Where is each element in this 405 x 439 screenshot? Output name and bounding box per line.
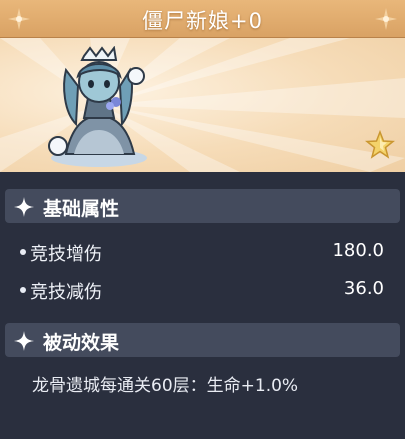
ornament-icon (375, 8, 397, 30)
zombie-bride-portrait (48, 46, 147, 167)
section-header-passive-effect: 被动效果 (5, 323, 400, 357)
item-detail-card: 僵尸新娘+0 基础属性 竞技增伤 180.0 竞技减伤 36.0 被动效果 龙骨… (0, 0, 405, 439)
section-header-basic-attributes: 基础属性 (5, 189, 400, 223)
title-bar: 僵尸新娘+0 (0, 0, 405, 38)
stat-value: 36.0 (343, 278, 384, 299)
bullet-dot (20, 249, 26, 255)
passive-effect-text: 龙骨遗城每通关60层：生命+1.0% (32, 376, 299, 396)
stat-row: 竞技减伤 36.0 (20, 277, 388, 303)
stat-value: 180.0 (332, 240, 384, 261)
stat-name: 竞技减伤 (30, 282, 102, 303)
stat-name: 竞技增伤 (30, 244, 102, 265)
section-title: 基础属性 (43, 198, 120, 220)
section-title: 被动效果 (43, 332, 120, 354)
character-banner (0, 38, 405, 172)
stat-row: 竞技增伤 180.0 (20, 239, 388, 265)
item-title: 僵尸新娘+0 (142, 9, 263, 33)
bullet-dot (20, 287, 26, 293)
sparkle-icon (14, 197, 34, 217)
star-icon (364, 129, 396, 159)
sparkle-icon (14, 331, 34, 351)
